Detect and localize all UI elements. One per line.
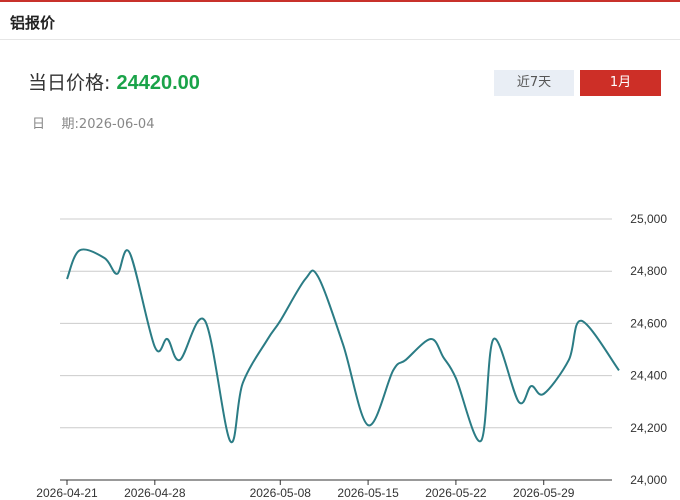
y-axis-ticks: 24,000 24,200 24,400 24,600 24,800 25,000 <box>630 212 667 487</box>
x-tick-label: 2026-04-28 <box>124 486 186 500</box>
y-tick-label: 25,000 <box>630 212 667 226</box>
y-tick-label: 24,600 <box>630 316 667 330</box>
x-tick-label: 2026-05-15 <box>337 486 399 500</box>
x-tick-label: 2026-05-08 <box>250 486 312 500</box>
y-tick-label: 24,000 <box>630 473 667 487</box>
x-tick-label: 2026-04-21 <box>36 486 98 500</box>
y-tick-label: 24,400 <box>630 369 667 383</box>
chart-grid <box>60 218 612 481</box>
price-line-chart: 24,000 24,200 24,400 24,600 24,800 25,000 202… <box>36 212 667 500</box>
x-axis-ticks: 2026-04-21 2026-04-28 2026-05-08 2026-05-15… <box>36 480 575 500</box>
x-tick-label: 2026-05-29 <box>513 486 575 500</box>
price-series-line <box>66 248 620 444</box>
series-group <box>66 248 620 444</box>
x-tick-label: 2026-05-22 <box>425 486 487 500</box>
y-tick-label: 24,200 <box>630 421 667 435</box>
y-tick-label: 24,800 <box>630 264 667 278</box>
